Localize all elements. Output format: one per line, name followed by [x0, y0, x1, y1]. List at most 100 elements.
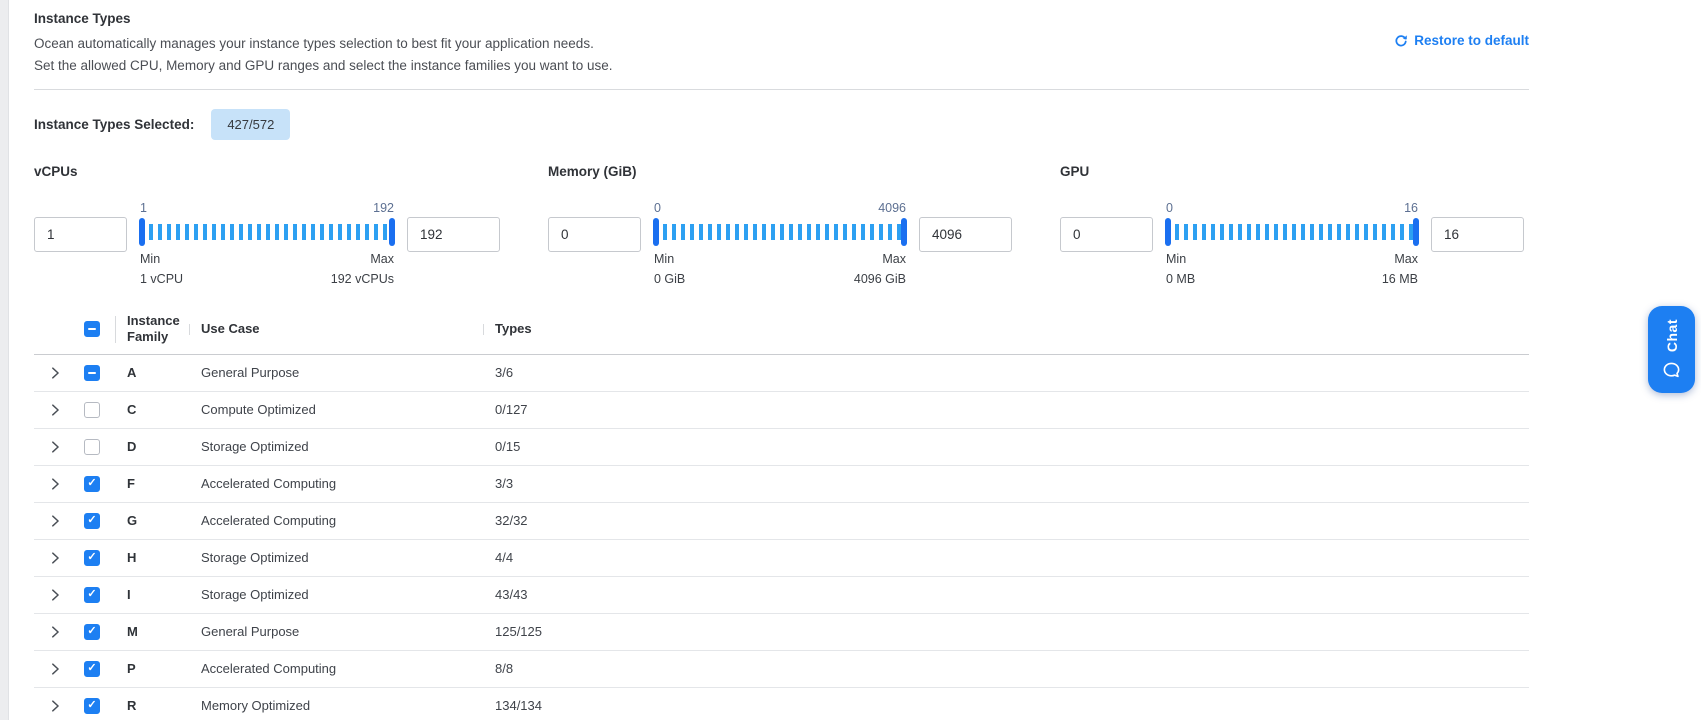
- row-expand-chevron-icon[interactable]: [48, 513, 64, 529]
- description-line-1: Ocean automatically manages your instanc…: [34, 33, 613, 55]
- gpu-ticks: [1166, 219, 1418, 245]
- memory-max-label: Max: [854, 250, 906, 269]
- row-checkbox[interactable]: [84, 661, 100, 677]
- vcpus-max-label: Max: [331, 250, 394, 269]
- vcpus-min-input[interactable]: [34, 217, 127, 252]
- row-instance-family: G: [118, 513, 192, 528]
- row-use-case: General Purpose: [192, 365, 486, 380]
- vcpus-min-sub: 1 vCPU: [140, 270, 183, 289]
- row-instance-family: C: [118, 402, 192, 417]
- table-row: D Storage Optimized 0/15: [34, 429, 1529, 466]
- gpu-min-sub: 0 MB: [1166, 270, 1195, 289]
- gpu-min-label: Min: [1166, 250, 1195, 269]
- vcpus-range-min-value: 1: [140, 201, 147, 215]
- vcpus-slider-track[interactable]: 1 192 Min 1 vCPU Max 19: [140, 201, 394, 289]
- panel-header: Instance Types Ocean automatically manag…: [34, 0, 1529, 76]
- row-types-count: 4/4: [486, 550, 1529, 565]
- row-use-case: General Purpose: [192, 624, 486, 639]
- row-expand-chevron-icon[interactable]: [48, 624, 64, 640]
- gpu-label: GPU: [1060, 164, 1524, 179]
- table-row: F Accelerated Computing 3/3: [34, 466, 1529, 503]
- row-expand-chevron-icon[interactable]: [48, 587, 64, 603]
- row-expand-chevron-icon[interactable]: [48, 550, 64, 566]
- row-types-count: 32/32: [486, 513, 1529, 528]
- table-row: G Accelerated Computing 32/32: [34, 503, 1529, 540]
- memory-min-input[interactable]: [548, 217, 641, 252]
- row-use-case: Accelerated Computing: [192, 513, 486, 528]
- gpu-slider-track[interactable]: 0 16 Min 0 MB Max 16 MB: [1166, 201, 1418, 289]
- table-header-row: Instance Family Use Case Types: [34, 305, 1529, 355]
- restore-to-default-button[interactable]: Restore to default: [1394, 33, 1529, 48]
- row-instance-family: P: [118, 661, 192, 676]
- restore-to-default-label: Restore to default: [1414, 33, 1529, 48]
- description-line-2: Set the allowed CPU, Memory and GPU rang…: [34, 55, 613, 77]
- row-types-count: 125/125: [486, 624, 1529, 639]
- gpu-range-min-value: 0: [1166, 201, 1173, 215]
- vcpus-max-input[interactable]: [407, 217, 500, 252]
- memory-min-handle[interactable]: [653, 218, 659, 246]
- row-checkbox[interactable]: [84, 587, 100, 603]
- row-expand-chevron-icon[interactable]: [48, 402, 64, 418]
- range-sliders: vCPUs 1 192 Min 1 vCPU: [34, 164, 1529, 289]
- row-types-count: 0/127: [486, 402, 1529, 417]
- row-expand-chevron-icon[interactable]: [48, 476, 64, 492]
- column-header-types: Types: [486, 321, 1529, 337]
- row-instance-family: D: [118, 439, 192, 454]
- row-checkbox[interactable]: [84, 365, 100, 381]
- row-use-case: Accelerated Computing: [192, 661, 486, 676]
- row-expand-chevron-icon[interactable]: [48, 365, 64, 381]
- column-header-use-case: Use Case: [192, 321, 486, 337]
- gpu-min-handle[interactable]: [1165, 218, 1171, 246]
- gpu-max-input[interactable]: [1431, 217, 1524, 252]
- memory-slider-track[interactable]: 0 4096 Min 0 GiB Max 40: [654, 201, 906, 289]
- row-expand-chevron-icon[interactable]: [48, 698, 64, 714]
- row-use-case: Compute Optimized: [192, 402, 486, 417]
- row-expand-chevron-icon[interactable]: [48, 661, 64, 677]
- page-title: Instance Types: [34, 11, 613, 26]
- page-left-gutter: [0, 0, 9, 720]
- row-checkbox[interactable]: [84, 513, 100, 529]
- row-instance-family: M: [118, 624, 192, 639]
- table-row: A General Purpose 3/6: [34, 355, 1529, 392]
- row-instance-family: F: [118, 476, 192, 491]
- selected-label: Instance Types Selected:: [34, 117, 194, 132]
- page-description: Ocean automatically manages your instanc…: [34, 33, 613, 76]
- table-row: I Storage Optimized 43/43: [34, 577, 1529, 614]
- row-expand-chevron-icon[interactable]: [48, 439, 64, 455]
- vcpus-max-handle[interactable]: [389, 218, 395, 246]
- row-use-case: Storage Optimized: [192, 439, 486, 454]
- select-all-checkbox[interactable]: [84, 321, 100, 337]
- row-use-case: Accelerated Computing: [192, 476, 486, 491]
- gpu-min-input[interactable]: [1060, 217, 1153, 252]
- row-instance-family: I: [118, 587, 192, 602]
- gpu-max-handle[interactable]: [1413, 218, 1419, 246]
- row-use-case: Memory Optimized: [192, 698, 486, 713]
- memory-range-max-value: 4096: [878, 201, 906, 215]
- vcpus-min-handle[interactable]: [139, 218, 145, 246]
- row-checkbox[interactable]: [84, 550, 100, 566]
- row-checkbox[interactable]: [84, 439, 100, 455]
- row-checkbox[interactable]: [84, 698, 100, 714]
- table-row: M General Purpose 125/125: [34, 614, 1529, 651]
- row-types-count: 8/8: [486, 661, 1529, 676]
- chat-button[interactable]: Chat: [1648, 306, 1695, 393]
- header-divider: [34, 89, 1529, 90]
- row-instance-family: R: [118, 698, 192, 713]
- vcpus-min-label: Min: [140, 250, 183, 269]
- row-checkbox[interactable]: [84, 624, 100, 640]
- row-instance-family: H: [118, 550, 192, 565]
- memory-ticks: [654, 219, 906, 245]
- chat-bubble-icon: [1662, 361, 1681, 380]
- row-checkbox[interactable]: [84, 476, 100, 492]
- memory-max-handle[interactable]: [901, 218, 907, 246]
- row-checkbox[interactable]: [84, 402, 100, 418]
- gpu-max-sub: 16 MB: [1382, 270, 1418, 289]
- memory-max-input[interactable]: [919, 217, 1012, 252]
- instance-types-panel: Instance Types Ocean automatically manag…: [34, 0, 1529, 720]
- row-types-count: 43/43: [486, 587, 1529, 602]
- refresh-icon: [1394, 34, 1408, 48]
- vcpus-max-sub: 192 vCPUs: [331, 270, 394, 289]
- selected-count-badge: 427/572: [211, 109, 290, 140]
- vcpus-range-max-value: 192: [373, 201, 394, 215]
- gpu-range-max-value: 16: [1404, 201, 1418, 215]
